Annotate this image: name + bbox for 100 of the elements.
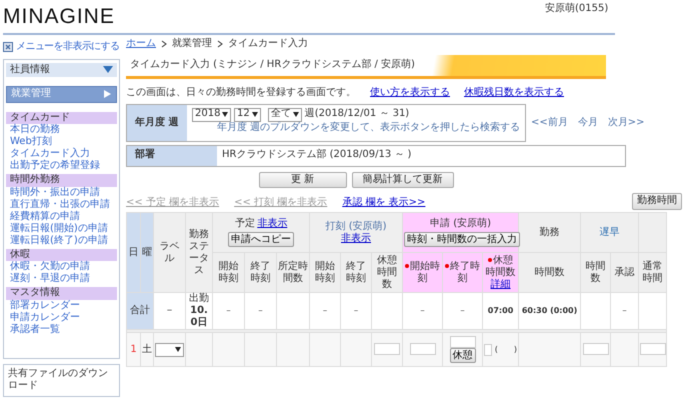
collapse-icon bbox=[3, 42, 13, 52]
chevron-icon bbox=[161, 40, 167, 48]
menu-item[interactable]: 申請カレンダー bbox=[6, 312, 117, 324]
column-header: 承認 bbox=[614, 266, 635, 278]
side-button[interactable]: 勤務時間 bbox=[632, 193, 682, 210]
column-header: 休憩時間数 bbox=[486, 254, 516, 278]
update-button[interactable]: 簡易計算して更新 bbox=[352, 172, 454, 188]
menu-toggle-link[interactable]: メニューを非表示にする bbox=[16, 41, 120, 54]
column-header: 曜 bbox=[140, 212, 154, 292]
column-toggle-link[interactable]: 承認 欄を 表示>> bbox=[342, 197, 426, 210]
menu-item[interactable]: 承認者一覧 bbox=[6, 324, 117, 336]
group-title: 遅早 bbox=[600, 226, 620, 238]
column-header: 時間数 bbox=[586, 260, 606, 284]
group-title: 申請 (安原萌) bbox=[430, 218, 492, 230]
column-header: 所定時間数 bbox=[278, 260, 308, 284]
table-cell: 07:00 bbox=[488, 306, 514, 315]
column-header: 時間数 bbox=[534, 266, 565, 278]
sidebar-section[interactable]: 社員情報 bbox=[6, 62, 117, 77]
time-input[interactable] bbox=[410, 343, 436, 356]
menu-group-title: タイムカード bbox=[6, 112, 117, 124]
label-select[interactable] bbox=[155, 342, 184, 356]
copy-button[interactable]: 申請へコピー bbox=[228, 232, 294, 248]
dropdown[interactable]: 12 bbox=[234, 108, 261, 122]
table-cell: － bbox=[352, 306, 360, 315]
user-name: 安原萌(0155) bbox=[545, 3, 608, 16]
table-cell: － bbox=[256, 306, 264, 315]
time-input[interactable] bbox=[640, 343, 666, 356]
menu-item[interactable]: 運転日報(開始)の申請 bbox=[6, 222, 117, 234]
column-header: 開始時刻 bbox=[405, 260, 440, 284]
hide-link[interactable]: 非表示 bbox=[257, 218, 288, 230]
column-toggle-link[interactable]: << 予定 欄を非表示 bbox=[126, 197, 220, 210]
copy-button[interactable]: 時刻・時間数の一括入力 bbox=[404, 232, 520, 248]
column-header: 開始時刻 bbox=[315, 260, 335, 284]
dropdown[interactable]: 全て bbox=[268, 108, 302, 122]
time-input[interactable] bbox=[484, 344, 492, 356]
caret-icon bbox=[175, 347, 181, 352]
menu-item[interactable]: 経費精算の申請 bbox=[6, 210, 117, 222]
menu-item[interactable]: 本日の勤務 bbox=[6, 124, 117, 136]
column-header: 終了時刻 bbox=[250, 260, 270, 284]
breadcrumb-link[interactable]: ホーム bbox=[126, 38, 156, 50]
status-label: 出勤 bbox=[188, 293, 210, 305]
triangle-right-icon bbox=[103, 89, 112, 100]
menu-item[interactable]: 直行直帰・出張の申請 bbox=[6, 198, 117, 210]
menu-group-title: 休暇 bbox=[6, 248, 117, 261]
department-value: HRクラウドシステム部 (2018/09/13 ～ ) bbox=[221, 148, 412, 162]
month-nav-link[interactable]: <<前月 bbox=[531, 116, 568, 130]
column-header: 日 bbox=[126, 212, 140, 292]
column-header: 終了時刻 bbox=[346, 260, 366, 284]
weekday: 土 bbox=[142, 344, 152, 354]
month-nav-link[interactable]: 次月>> bbox=[608, 116, 645, 130]
intro-text: この画面は、日々の勤務時間を登録する画面です。 bbox=[126, 86, 356, 99]
download-link[interactable]: 共有ファイルのダウンロード bbox=[3, 364, 120, 396]
triangle-down-icon bbox=[103, 65, 113, 74]
group-title: 予定 bbox=[234, 218, 255, 230]
time-input[interactable] bbox=[582, 343, 609, 356]
page-title: タイムカード入力 (ミナジン / HRクラウドシステム部 / 安原萌) bbox=[126, 54, 606, 78]
menu-item[interactable]: 部署カレンダー bbox=[6, 300, 117, 312]
total-label: 合計 bbox=[126, 292, 154, 330]
menu-item[interactable]: 遅刻・早退の申請 bbox=[6, 273, 117, 285]
help-link[interactable]: 使い方を表示する bbox=[370, 86, 450, 99]
logo: MINAGINE bbox=[2, 4, 115, 27]
table-cell: － bbox=[418, 306, 427, 315]
column-header: 終了時刻 bbox=[445, 260, 480, 284]
time-input[interactable] bbox=[450, 336, 476, 348]
menu-item[interactable]: 出勤予定の希望登録 bbox=[6, 160, 117, 172]
column-header: 休憩時間数 bbox=[377, 254, 397, 290]
menu-item[interactable]: Web打刻 bbox=[6, 136, 117, 148]
break-button[interactable]: 休憩 bbox=[450, 348, 476, 364]
menu-item[interactable]: 休暇・欠勤の申請 bbox=[6, 261, 117, 273]
breadcrumb-item: タイムカード入力 bbox=[228, 38, 308, 50]
menu-item[interactable]: 時間外・振出の申請 bbox=[6, 186, 117, 198]
column-header: 通常時間 bbox=[642, 260, 663, 284]
day-count: 10.0日 bbox=[189, 305, 209, 329]
column-header: 開始時刻 bbox=[218, 260, 238, 284]
menu-group-title: マスタ情報 bbox=[6, 287, 117, 300]
help-link[interactable]: 休暇残日数を表示する bbox=[464, 86, 564, 99]
column-toggle-link[interactable]: << 打刻 欄を非表示 bbox=[234, 197, 328, 210]
group-title: 打刻 (安原萌) bbox=[326, 220, 386, 232]
month-nav-link[interactable]: 今月 bbox=[578, 116, 598, 130]
day-number: 1 bbox=[130, 344, 137, 354]
menu-group-title: 時間外勤務 bbox=[6, 174, 117, 186]
dropdown[interactable]: 2018 bbox=[192, 108, 232, 122]
field-label: 年月度 週 bbox=[127, 105, 187, 141]
menu-item[interactable]: 運転日報(終了)の申請 bbox=[6, 234, 117, 246]
group-title: 勤務 bbox=[540, 226, 560, 238]
time-input[interactable] bbox=[374, 343, 400, 356]
caret-icon bbox=[293, 112, 300, 117]
hint-text: 年月度 週のプルダウンを変更して、表示ボタンを押したら検索する bbox=[216, 122, 520, 134]
table-cell: 60:30 (0:00) bbox=[522, 306, 578, 315]
chevron-icon bbox=[217, 40, 223, 48]
caret-icon bbox=[222, 112, 228, 117]
detail-link[interactable]: 詳細 bbox=[490, 278, 511, 290]
breadcrumb-item: 就業管理 bbox=[172, 38, 212, 50]
hide-link[interactable]: 非表示 bbox=[341, 232, 371, 244]
menu-item[interactable]: タイムカード入力 bbox=[6, 148, 117, 160]
field-label: 部署 bbox=[127, 146, 217, 166]
table-cell: － bbox=[620, 306, 629, 315]
table-cell: － bbox=[321, 306, 329, 315]
update-button[interactable]: 更 新 bbox=[258, 172, 346, 188]
week-range: 週(2018/12/01 ～ 31) bbox=[304, 108, 410, 121]
